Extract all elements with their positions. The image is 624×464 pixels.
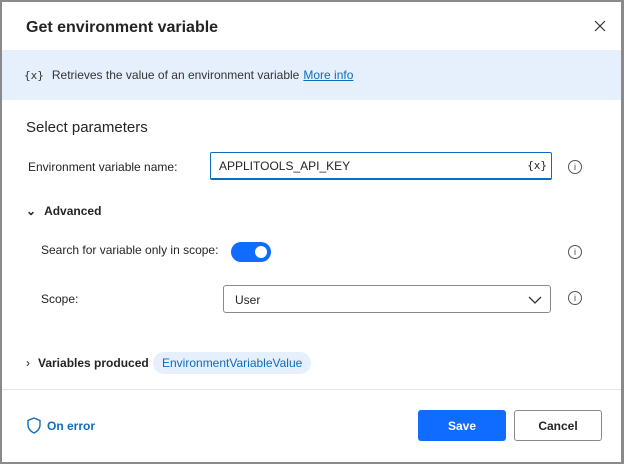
shield-icon (27, 417, 41, 434)
info-icon[interactable]: i (568, 291, 582, 305)
scope-label: Scope: (41, 292, 79, 306)
env-var-label: Environment variable name: (28, 160, 178, 174)
variable-picker-icon[interactable]: {x} (527, 159, 547, 172)
advanced-label: Advanced (44, 204, 102, 218)
env-var-value: APPLITOOLS_API_KEY (219, 159, 351, 173)
chevron-right-icon: › (26, 356, 30, 370)
scope-value: User (235, 293, 261, 307)
chevron-down-icon: ⌄ (26, 204, 37, 218)
on-error-label: On error (47, 418, 96, 433)
section-title: Select parameters (26, 119, 148, 136)
env-var-input[interactable]: APPLITOOLS_API_KEY {x} (210, 152, 552, 180)
save-button[interactable]: Save (418, 410, 506, 441)
variable-pill[interactable]: EnvironmentVariableValue (153, 352, 312, 374)
cancel-button[interactable]: Cancel (514, 410, 602, 441)
scope-select[interactable]: User (223, 285, 551, 313)
info-icon[interactable]: i (568, 245, 582, 259)
search-scope-label: Search for variable only in scope: (41, 243, 219, 257)
divider (2, 389, 621, 390)
banner-text: Retrieves the value of an environment va… (51, 68, 300, 82)
search-scope-toggle[interactable] (231, 242, 271, 262)
variable-icon: {x} (24, 68, 44, 82)
close-icon[interactable] (590, 16, 610, 36)
variables-produced-label: Variables produced (38, 356, 149, 370)
on-error-button[interactable]: On error (26, 417, 95, 434)
info-banner: {x} Retrieves the value of an environmen… (2, 50, 621, 100)
dialog-title: Get environment variable (26, 19, 219, 36)
chevron-down-icon (528, 296, 542, 304)
more-info-link[interactable]: More info (303, 68, 353, 82)
advanced-toggle[interactable]: ⌄ Advanced (26, 204, 101, 218)
variables-produced-toggle[interactable]: › Variables produced (26, 356, 149, 370)
dialog: Get environment variable {x} Retrieves t… (2, 2, 621, 462)
info-icon[interactable]: i (568, 160, 582, 174)
